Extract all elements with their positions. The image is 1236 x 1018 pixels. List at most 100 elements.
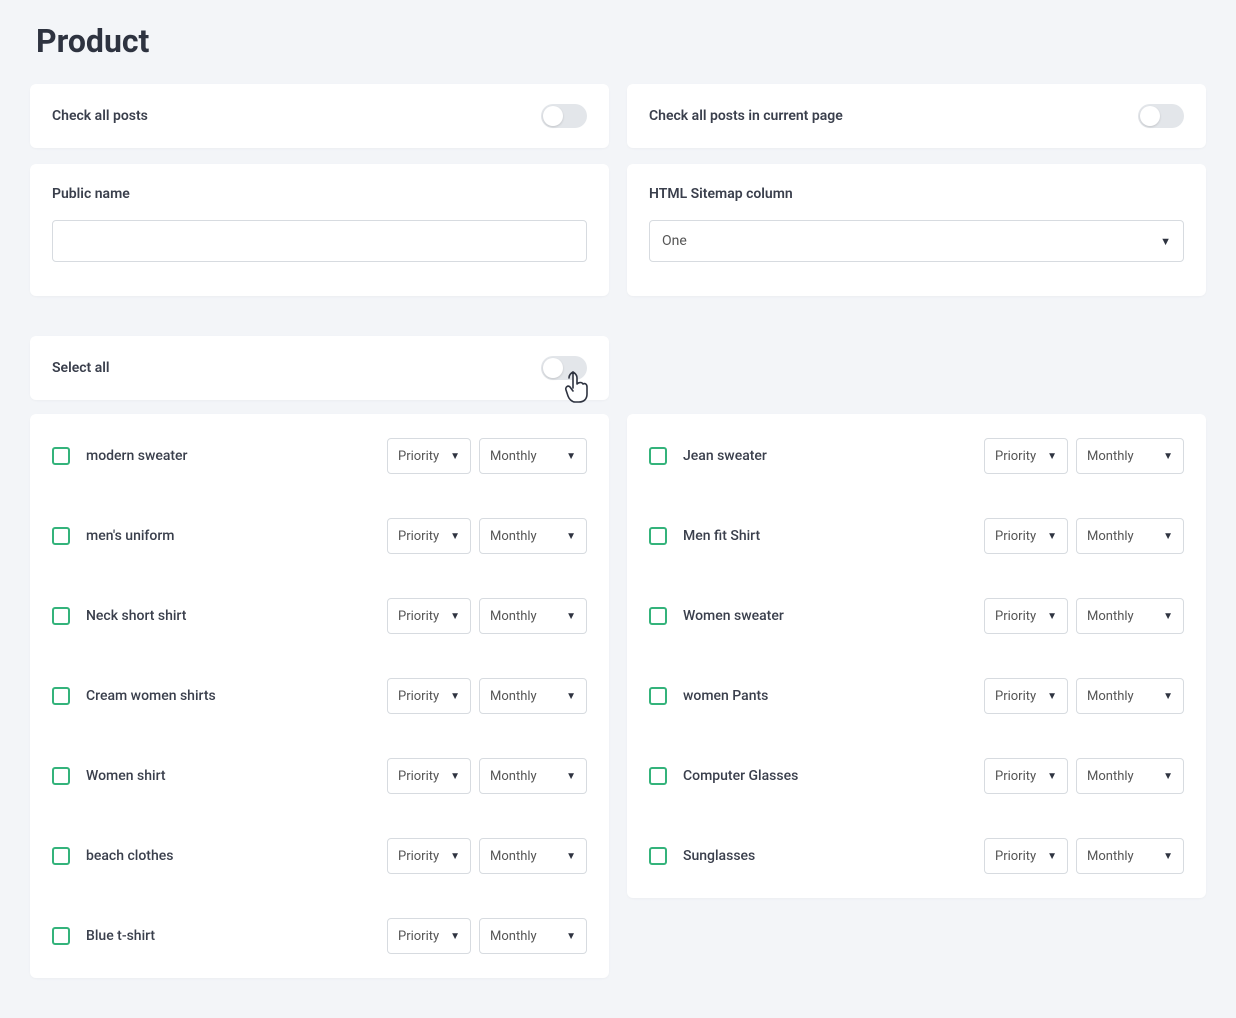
chevron-down-icon: ▼ bbox=[450, 691, 460, 702]
frequency-select[interactable]: Monthly▼ bbox=[479, 678, 587, 714]
priority-select[interactable]: Priority▼ bbox=[387, 918, 471, 954]
product-name-label: Sunglasses bbox=[683, 848, 755, 864]
product-row: modern sweater Priority▼Monthly▼ bbox=[30, 414, 609, 498]
chevron-down-icon: ▼ bbox=[566, 771, 576, 782]
priority-select[interactable]: Priority▼ bbox=[387, 678, 471, 714]
chevron-down-icon: ▼ bbox=[1163, 531, 1173, 542]
chevron-down-icon: ▼ bbox=[1163, 771, 1173, 782]
priority-select[interactable]: Priority▼ bbox=[387, 838, 471, 874]
frequency-select[interactable]: Monthly▼ bbox=[479, 518, 587, 554]
chevron-down-icon: ▼ bbox=[1047, 611, 1057, 622]
product-checkbox[interactable] bbox=[649, 527, 667, 545]
chevron-down-icon: ▼ bbox=[450, 611, 460, 622]
priority-select[interactable]: Priority▼ bbox=[387, 518, 471, 554]
product-name-label: Women shirt bbox=[86, 768, 166, 784]
sitemap-column-card: HTML Sitemap column One ▼ bbox=[627, 164, 1206, 296]
check-all-current-card: Check all posts in current page bbox=[627, 84, 1206, 148]
frequency-select[interactable]: Monthly▼ bbox=[1076, 838, 1184, 874]
chevron-down-icon: ▼ bbox=[566, 531, 576, 542]
chevron-down-icon: ▼ bbox=[1047, 771, 1057, 782]
chevron-down-icon: ▼ bbox=[566, 931, 576, 942]
product-list-left: modern sweaterPriority▼Monthly▼men's uni… bbox=[30, 414, 609, 978]
chevron-down-icon: ▼ bbox=[566, 851, 576, 862]
product-name-label: men's uniform bbox=[86, 528, 174, 544]
chevron-down-icon: ▼ bbox=[450, 531, 460, 542]
product-list-right: Jean sweaterPriority▼Monthly▼Men fit Shi… bbox=[627, 414, 1206, 898]
product-name-label: Neck short shirt bbox=[86, 608, 186, 624]
check-all-current-toggle[interactable] bbox=[1138, 104, 1184, 128]
priority-select[interactable]: Priority▼ bbox=[984, 518, 1068, 554]
product-row: Women shirt Priority▼Monthly▼ bbox=[30, 738, 609, 818]
product-checkbox[interactable] bbox=[52, 687, 70, 705]
sitemap-column-label: HTML Sitemap column bbox=[649, 186, 1184, 202]
select-all-label: Select all bbox=[52, 360, 110, 376]
frequency-select[interactable]: Monthly▼ bbox=[479, 918, 587, 954]
product-checkbox[interactable] bbox=[649, 447, 667, 465]
sitemap-column-select[interactable]: One ▼ bbox=[649, 220, 1184, 262]
product-checkbox[interactable] bbox=[52, 527, 70, 545]
chevron-down-icon: ▼ bbox=[1163, 851, 1173, 862]
priority-select[interactable]: Priority▼ bbox=[984, 678, 1068, 714]
chevron-down-icon: ▼ bbox=[1047, 851, 1057, 862]
chevron-down-icon: ▼ bbox=[1163, 611, 1173, 622]
product-name-label: Men fit Shirt bbox=[683, 528, 760, 544]
product-name-label: beach clothes bbox=[86, 848, 173, 864]
frequency-select[interactable]: Monthly▼ bbox=[1076, 598, 1184, 634]
priority-select[interactable]: Priority▼ bbox=[984, 598, 1068, 634]
product-checkbox[interactable] bbox=[52, 447, 70, 465]
product-row: Neck short shirt Priority▼Monthly▼ bbox=[30, 578, 609, 658]
product-row: Women sweaterPriority▼Monthly▼ bbox=[627, 578, 1206, 658]
public-name-input[interactable] bbox=[52, 220, 587, 262]
sitemap-column-value: One bbox=[662, 233, 687, 249]
chevron-down-icon: ▼ bbox=[1047, 451, 1057, 462]
product-checkbox[interactable] bbox=[52, 607, 70, 625]
product-checkbox[interactable] bbox=[52, 847, 70, 865]
page-title: Product bbox=[36, 22, 1206, 60]
chevron-down-icon: ▼ bbox=[566, 451, 576, 462]
chevron-down-icon: ▼ bbox=[450, 851, 460, 862]
frequency-select[interactable]: Monthly▼ bbox=[479, 758, 587, 794]
priority-select[interactable]: Priority▼ bbox=[387, 758, 471, 794]
check-all-posts-toggle[interactable] bbox=[541, 104, 587, 128]
frequency-select[interactable]: Monthly▼ bbox=[479, 838, 587, 874]
chevron-down-icon: ▼ bbox=[1160, 235, 1171, 248]
product-row: Cream women shirts Priority▼Monthly▼ bbox=[30, 658, 609, 738]
chevron-down-icon: ▼ bbox=[1163, 451, 1173, 462]
chevron-down-icon: ▼ bbox=[566, 611, 576, 622]
frequency-select[interactable]: Monthly▼ bbox=[1076, 438, 1184, 474]
select-all-card: Select all bbox=[30, 336, 609, 400]
chevron-down-icon: ▼ bbox=[1047, 531, 1057, 542]
product-name-label: Blue t-shirt bbox=[86, 928, 155, 944]
product-row: beach clothes Priority▼Monthly▼ bbox=[30, 818, 609, 898]
priority-select[interactable]: Priority▼ bbox=[984, 438, 1068, 474]
select-all-toggle[interactable] bbox=[541, 356, 587, 380]
priority-select[interactable]: Priority▼ bbox=[984, 758, 1068, 794]
product-checkbox[interactable] bbox=[649, 847, 667, 865]
product-row: Jean sweater Priority▼Monthly▼ bbox=[627, 414, 1206, 498]
frequency-select[interactable]: Monthly▼ bbox=[479, 598, 587, 634]
product-checkbox[interactable] bbox=[52, 927, 70, 945]
product-name-label: Cream women shirts bbox=[86, 688, 216, 704]
product-name-label: modern sweater bbox=[86, 448, 188, 464]
product-row: Men fit Shirt Priority▼Monthly▼ bbox=[627, 498, 1206, 578]
product-name-label: women Pants bbox=[683, 688, 768, 704]
product-checkbox[interactable] bbox=[649, 607, 667, 625]
product-row: Blue t-shirt Priority▼Monthly▼ bbox=[30, 898, 609, 978]
priority-select[interactable]: Priority▼ bbox=[984, 838, 1068, 874]
product-row: women Pants Priority▼Monthly▼ bbox=[627, 658, 1206, 738]
product-row: Computer Glasses Priority▼Monthly▼ bbox=[627, 738, 1206, 818]
product-checkbox[interactable] bbox=[649, 767, 667, 785]
frequency-select[interactable]: Monthly▼ bbox=[1076, 678, 1184, 714]
product-name-label: Computer Glasses bbox=[683, 768, 798, 784]
product-row: men's uniform Priority▼Monthly▼ bbox=[30, 498, 609, 578]
check-all-posts-label: Check all posts bbox=[52, 108, 148, 124]
product-checkbox[interactable] bbox=[52, 767, 70, 785]
priority-select[interactable]: Priority▼ bbox=[387, 598, 471, 634]
priority-select[interactable]: Priority▼ bbox=[387, 438, 471, 474]
frequency-select[interactable]: Monthly▼ bbox=[1076, 518, 1184, 554]
chevron-down-icon: ▼ bbox=[450, 451, 460, 462]
product-name-label: Jean sweater bbox=[683, 448, 767, 464]
product-checkbox[interactable] bbox=[649, 687, 667, 705]
frequency-select[interactable]: Monthly▼ bbox=[479, 438, 587, 474]
frequency-select[interactable]: Monthly▼ bbox=[1076, 758, 1184, 794]
